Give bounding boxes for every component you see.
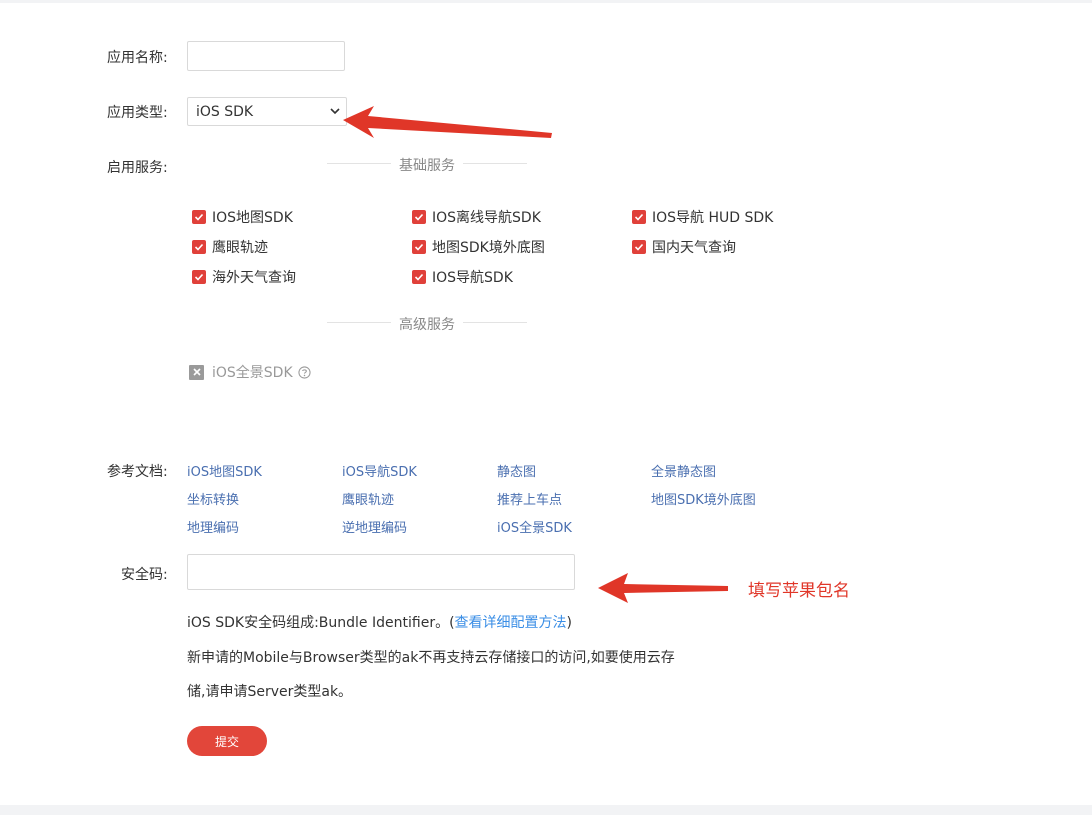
docs-label: 参考文档: (107, 464, 168, 480)
service-label: IOS离线导航SDK (432, 210, 541, 226)
check-icon (192, 210, 206, 224)
service-checkbox-ios-nav-sdk[interactable]: IOS导航SDK (412, 268, 513, 286)
doc-link-reverse-geocoding[interactable]: 逆地理编码 (342, 517, 407, 536)
service-label: 鹰眼轨迹 (212, 240, 268, 256)
service-checkbox-eagle-eye-track[interactable]: 鹰眼轨迹 (192, 238, 268, 256)
security-code-hint: iOS SDK安全码组成:Bundle Identifier。(查看详细配置方法… (187, 612, 572, 632)
doc-link-ios-nav-sdk[interactable]: iOS导航SDK (342, 461, 417, 480)
chevron-down-icon (330, 108, 340, 115)
security-code-input[interactable] (187, 554, 575, 590)
app-type-label: 应用类型: (107, 105, 168, 121)
app-name-label: 应用名称: (107, 50, 168, 66)
service-checkbox-ios-offline-nav-sdk[interactable]: IOS离线导航SDK (412, 208, 541, 226)
basic-services-divider: 基础服务 (327, 155, 527, 175)
service-label: 地图SDK境外底图 (432, 240, 545, 256)
security-code-label: 安全码: (121, 567, 168, 583)
top-divider (0, 0, 1092, 3)
doc-link-static-map[interactable]: 静态图 (497, 461, 536, 480)
app-type-select[interactable]: iOS SDK (187, 97, 347, 126)
service-checkbox-overseas-basemap[interactable]: 地图SDK境外底图 (412, 238, 545, 256)
x-box-icon (189, 364, 204, 380)
bundle-id-annotation: 填写苹果包名 (748, 581, 850, 601)
service-checkbox-ios-nav-hud-sdk[interactable]: IOS导航 HUD SDK (632, 208, 773, 226)
arrow-left-icon (343, 106, 552, 138)
doc-link-overseas-basemap[interactable]: 地图SDK境外底图 (651, 489, 756, 508)
service-checkbox-domestic-weather[interactable]: 国内天气查询 (632, 238, 736, 256)
basic-services-title: 基础服务 (391, 155, 463, 175)
security-code-hint-suffix: ) (566, 615, 572, 631)
app-type-selected-value: iOS SDK (196, 104, 254, 120)
check-icon (412, 270, 426, 284)
doc-link-ios-map-sdk[interactable]: iOS地图SDK (187, 461, 262, 480)
service-label: IOS导航 HUD SDK (652, 210, 774, 226)
doc-link-geocoding[interactable]: 地理编码 (187, 517, 239, 536)
notice-line-1: 新申请的Mobile与Browser类型的ak不再支持云存储接口的访问,如要使用… (187, 650, 675, 666)
notice-line-2: 储,请申请Server类型ak。 (187, 684, 353, 700)
service-label: IOS地图SDK (212, 210, 293, 226)
bottom-divider (0, 805, 1092, 815)
service-checkbox-overseas-weather[interactable]: 海外天气查询 (192, 268, 296, 286)
doc-link-eagle-eye[interactable]: 鹰眼轨迹 (342, 489, 394, 508)
service-label: iOS全景SDK (212, 365, 293, 381)
security-code-hint-prefix: iOS SDK安全码组成:Bundle Identifier。( (187, 615, 455, 631)
service-label: 海外天气查询 (212, 270, 296, 286)
advanced-services-divider: 高级服务 (327, 314, 527, 334)
doc-link-panorama-static[interactable]: 全景静态图 (651, 461, 716, 480)
service-label: IOS导航SDK (432, 270, 513, 286)
question-circle-icon[interactable] (298, 365, 311, 379)
check-icon (632, 240, 646, 254)
service-label: 国内天气查询 (652, 240, 736, 256)
check-icon (192, 270, 206, 284)
check-icon (412, 210, 426, 224)
check-icon (192, 240, 206, 254)
app-name-input[interactable] (187, 41, 345, 71)
doc-link-coord-convert[interactable]: 坐标转换 (187, 489, 239, 508)
check-icon (412, 240, 426, 254)
services-label: 启用服务: (107, 160, 168, 176)
doc-link-ios-panorama-sdk[interactable]: iOS全景SDK (497, 517, 572, 536)
submit-button[interactable]: 提交 (187, 726, 267, 756)
service-checkbox-ios-panorama-sdk: iOS全景SDK (189, 363, 311, 381)
advanced-services-title: 高级服务 (391, 314, 463, 334)
check-icon (632, 210, 646, 224)
doc-link-pickup-point[interactable]: 推荐上车点 (497, 489, 562, 508)
service-checkbox-ios-map-sdk[interactable]: IOS地图SDK (192, 208, 293, 226)
arrow-left-icon (598, 573, 728, 603)
config-guide-link[interactable]: 查看详细配置方法 (455, 615, 567, 631)
